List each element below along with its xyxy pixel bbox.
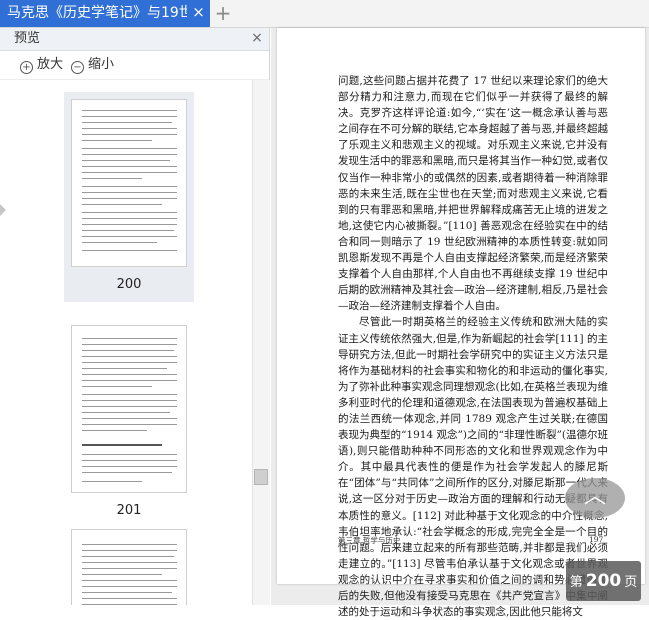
- sidebar-close-icon[interactable]: ×: [250, 30, 264, 46]
- zoom-out-icon: −: [71, 61, 84, 74]
- thumbnail-page-image: [71, 529, 187, 605]
- page-indicator-number: 200: [585, 571, 622, 591]
- zoom-toolbar: + 放大 − 缩小: [0, 51, 269, 80]
- page-thumbnail-selected[interactable]: 200: [64, 92, 194, 302]
- thumbnail-list: 200 201: [0, 80, 252, 605]
- chevron-up-icon: ︿: [583, 484, 606, 509]
- zoom-in-button[interactable]: + 放大: [20, 56, 63, 74]
- tab-title: 马克思《历史学笔记》与19世纪: [7, 5, 187, 21]
- zoom-in-icon: +: [20, 61, 33, 74]
- collapse-handle-icon[interactable]: [0, 204, 6, 216]
- tab-close-icon[interactable]: ×: [191, 5, 206, 20]
- preview-sidebar: 预览 × + 放大 − 缩小 200 201: [0, 28, 270, 605]
- thumbnail-page-image: [71, 99, 187, 267]
- sidebar-scroll-thumb[interactable]: [254, 469, 268, 485]
- page-number: 197: [589, 535, 604, 544]
- zoom-out-label: 缩小: [88, 57, 115, 72]
- zoom-in-label: 放大: [37, 57, 64, 72]
- page-indicator-prefix: 第: [569, 575, 583, 590]
- sidebar-header: 预览 ×: [0, 28, 269, 51]
- sidebar-title: 预览: [14, 31, 41, 46]
- new-tab-icon[interactable]: +: [213, 3, 233, 23]
- thumbnail-page-image: [71, 325, 187, 493]
- running-footer-chapter: 第三章 哲学与历史: [338, 536, 401, 545]
- page-thumbnail[interactable]: 201: [64, 318, 194, 528]
- document-tab[interactable]: 马克思《历史学笔记》与19世纪 ×: [0, 0, 210, 27]
- scroll-top-button[interactable]: ︿: [565, 478, 625, 518]
- sidebar-scrollbar[interactable]: [252, 80, 270, 605]
- page-indicator-suffix: 页: [624, 575, 638, 590]
- paragraph: 问题,这些问题占据并花费了 17 世纪以来理论家们的绝大部分精力和注意力,而现在…: [338, 75, 608, 313]
- zoom-out-button[interactable]: − 缩小: [71, 56, 114, 74]
- title-bar: 马克思《历史学笔记》与19世纪 × +: [0, 0, 649, 28]
- thumbnail-page-label: 201: [116, 503, 142, 518]
- document-view[interactable]: 问题,这些问题占据并花费了 17 世纪以来理论家们的绝大部分精力和注意力,而现在…: [271, 28, 649, 618]
- thumbnail-page-label: 200: [116, 277, 142, 292]
- page-indicator: 第 200 页: [566, 561, 641, 601]
- page-thumbnail[interactable]: [64, 522, 194, 605]
